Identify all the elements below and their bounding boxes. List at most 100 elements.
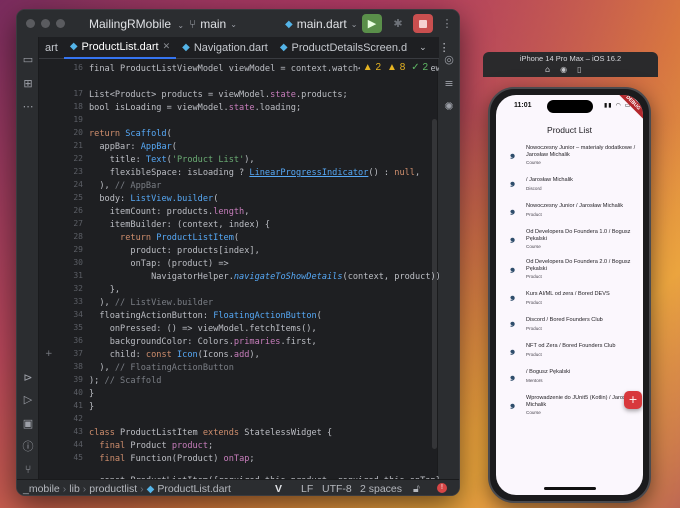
- indent-widget[interactable]: 2 spaces: [360, 483, 402, 495]
- simulator-toolbar: ⌂ ◉ ▯: [545, 65, 581, 74]
- code-line: child: const Icon(Icons.add),: [89, 350, 260, 360]
- code-line: }: [89, 389, 95, 399]
- project-widget[interactable]: MailingRMobile ⌄: [89, 17, 184, 31]
- run-tool-icon[interactable]: ▷: [21, 393, 35, 407]
- close-window-button[interactable]: [26, 19, 35, 28]
- line-number: 35: [73, 323, 83, 332]
- list-item[interactable]: ❟ Wprowadzenie do JUnit5 (Kotlin) / Jaro…: [496, 391, 643, 423]
- quote-icon: ❟: [510, 259, 516, 274]
- zoom-window-button[interactable]: [56, 19, 65, 28]
- lock-icon[interactable]: 🔓︎: [413, 483, 420, 495]
- quote-icon: ❟: [510, 313, 516, 328]
- editor-options-button[interactable]: ⋮: [433, 37, 456, 59]
- folder-icon[interactable]: ▭: [21, 53, 35, 67]
- more-actions-button[interactable]: ⋮: [437, 14, 457, 33]
- home-icon[interactable]: ⌂: [545, 65, 550, 74]
- code-line: }: [89, 402, 95, 412]
- code-line: body: ListView.builder(: [89, 194, 219, 204]
- tab-art[interactable]: art: [39, 37, 64, 59]
- stop-button[interactable]: [413, 14, 433, 33]
- list-item[interactable]: ❟ / Jarosław Michalik Discord: [496, 173, 643, 199]
- list-item-subtitle: Discord: [526, 186, 542, 191]
- line-number: 25: [73, 193, 83, 202]
- debug-button[interactable]: ✱: [388, 14, 408, 33]
- screenshot-icon[interactable]: ◉: [560, 65, 567, 74]
- list-item-subtitle: Mentors: [526, 378, 543, 383]
- tab-productlist[interactable]: ◆ ProductList.dart ✕: [63, 37, 177, 59]
- line-separator-widget[interactable]: LF: [301, 483, 313, 495]
- list-item-subtitle: Product: [526, 326, 542, 331]
- run-button[interactable]: ▶: [362, 14, 382, 33]
- code-area[interactable]: final ProductListViewModel viewModel = c…: [89, 59, 439, 479]
- list-item-title: / Jarosław Michalik: [526, 177, 573, 183]
- structure-icon[interactable]: ⊞: [21, 77, 35, 91]
- dynamic-island: [547, 100, 593, 113]
- inspection-widget[interactable]: ▲ 2 ▲ 8 ✓ 2: [359, 61, 431, 74]
- branch-widget[interactable]: ⑂ main ⌄: [189, 17, 237, 31]
- chevron-right-icon: ›: [62, 483, 67, 495]
- line-number: 43: [73, 427, 83, 436]
- line-number: 24: [73, 180, 83, 189]
- home-indicator[interactable]: [544, 487, 596, 490]
- code-line: List<Product> products = viewModel.state…: [89, 90, 348, 100]
- quote-icon: ❟: [510, 145, 516, 160]
- list-item[interactable]: ❟ / Bogusz Pękalski Mentors: [496, 365, 643, 391]
- chevron-right-icon: ›: [82, 483, 87, 495]
- list-item[interactable]: ❟ Nowoczesny Junior – materiały dodatkow…: [496, 141, 643, 171]
- tab-navigation[interactable]: ◆ Navigation.dart: [176, 37, 274, 59]
- line-number: 33: [73, 297, 83, 306]
- breadcrumb-item[interactable]: ProductList.dart: [157, 483, 231, 495]
- list-item[interactable]: ❟ Discord / Bored Founders Club Product: [496, 313, 643, 339]
- list-item[interactable]: ❟ Od Developera Do Foundera 1.0 / Bogusz…: [496, 225, 643, 255]
- line-number: 21: [73, 141, 83, 150]
- list-item[interactable]: ❟ Od Developera Do Foundera 2.0 / Bogusz…: [496, 255, 643, 287]
- encoding-widget[interactable]: UTF-8: [322, 483, 352, 495]
- line-number: 41: [73, 401, 83, 410]
- terminal-icon[interactable]: ▣: [21, 417, 35, 431]
- services-icon[interactable]: ⊳: [21, 371, 35, 385]
- line-number-gutter: 16 17 18 19 20 21 22 23 24 25 26 27 28 2…: [39, 59, 83, 479]
- breadcrumb-item[interactable]: productlist: [89, 483, 137, 495]
- quote-icon: ❟: [510, 201, 516, 216]
- code-line: appBar: AppBar(: [89, 142, 177, 152]
- list-item[interactable]: ❟ NFT od Zera / Bored Founders Club Prod…: [496, 339, 643, 365]
- list-item-title: Discord / Bored Founders Club: [526, 317, 603, 323]
- quote-icon: ❟: [510, 367, 516, 382]
- breadcrumb-item[interactable]: lib: [69, 483, 80, 495]
- rotate-icon[interactable]: ▯: [577, 65, 581, 74]
- list-item-title: Od Developera Do Foundera 2.0 / Bogusz P…: [526, 259, 631, 272]
- git-icon[interactable]: ⑂: [21, 463, 35, 477]
- ai-assistant-icon[interactable]: ✺: [442, 100, 456, 114]
- warning-count: ▲ 2: [362, 62, 382, 73]
- breadcrumb-item[interactable]: _mobile: [23, 483, 60, 495]
- list-item-title: Od Developera Do Foundera 1.0 / Bogusz P…: [526, 229, 631, 242]
- bug-icon: ✱: [393, 17, 403, 30]
- branch-name: main: [200, 17, 227, 31]
- problems-icon[interactable]: ⓘ: [21, 440, 35, 454]
- line-number: 36: [73, 336, 83, 345]
- wifi-icon: ◠: [615, 102, 622, 109]
- editor-scrollbar[interactable]: [432, 119, 437, 449]
- line-number: 26: [73, 206, 83, 215]
- database-icon[interactable]: ≡: [442, 77, 456, 91]
- line-number: 37: [73, 349, 83, 358]
- close-icon[interactable]: ✕: [163, 41, 171, 52]
- minimize-window-button[interactable]: [41, 19, 50, 28]
- list-item-title: / Bogusz Pękalski: [526, 369, 571, 375]
- list-item-title: NFT od Zera / Bored Founders Club: [526, 343, 616, 349]
- code-editor[interactable]: 16 17 18 19 20 21 22 23 24 25 26 27 28 2…: [39, 59, 439, 479]
- tab-overflow-button[interactable]: ⌄: [413, 37, 433, 59]
- chevron-down-icon: ⌄: [419, 42, 427, 52]
- dart-icon: ◆: [285, 18, 293, 30]
- code-line: ), // ListView.builder: [89, 298, 214, 308]
- vim-icon[interactable]: V: [275, 483, 282, 495]
- add-button[interactable]: +: [624, 391, 642, 409]
- tab-productdetailsscreen[interactable]: ◆ ProductDetailsScreen.d: [274, 37, 413, 59]
- list-item[interactable]: ❟ Nowoczesny Junior / Jarosław Michalik …: [496, 199, 643, 225]
- run-configuration-selector[interactable]: ◆ main.dart ⌄: [285, 17, 357, 31]
- code-line: title: Text('Product List'),: [89, 155, 255, 165]
- list-item[interactable]: ❟ Kurs AI/ML od zera / Bored DEVS Produc…: [496, 287, 643, 313]
- more-tools-icon[interactable]: ⋯: [21, 100, 35, 114]
- add-marker-icon[interactable]: +: [45, 349, 53, 359]
- error-indicator-icon[interactable]: !: [437, 483, 447, 493]
